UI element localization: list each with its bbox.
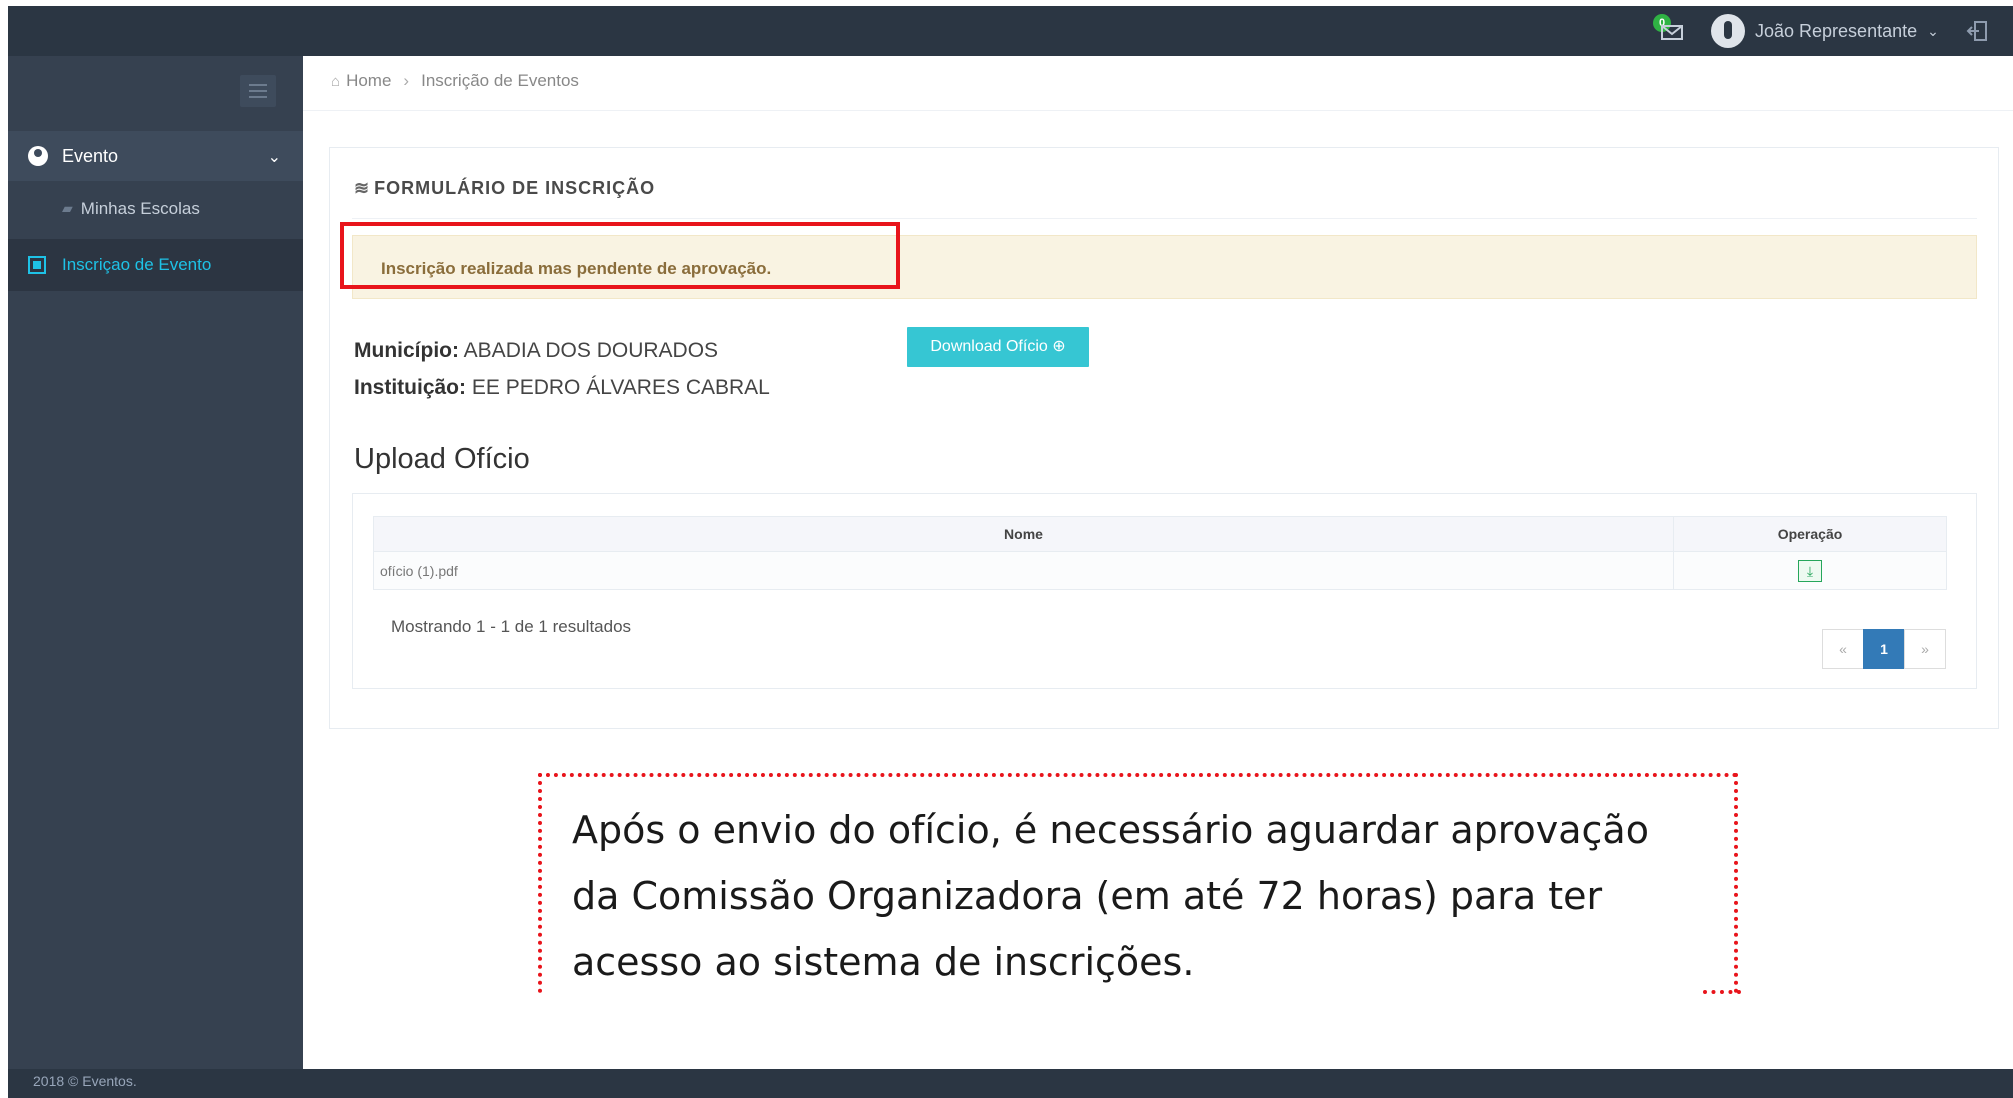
breadcrumb-home-link[interactable]: Home [346, 71, 391, 91]
instituicao-label: Instituição: [354, 376, 467, 399]
sidebar-item-evento[interactable]: Evento ⌄ [8, 131, 303, 181]
sidebar-item-label: Inscriçao de Evento [62, 255, 212, 274]
portlet-title: ≋ FORMULÁRIO DE INSCRIÇÃO [354, 178, 655, 199]
user-circle-icon [28, 146, 48, 166]
instruction-text: Após o envio do ofício, é necessário agu… [572, 808, 1649, 984]
chevron-down-icon: ⌄ [1927, 22, 1939, 39]
chevron-right-icon: › [403, 71, 410, 90]
download-button-label: Download Ofício [930, 338, 1048, 355]
top-header: 0 João Representante ⌄ [8, 6, 2013, 56]
user-square-icon [28, 256, 46, 274]
upload-table-panel: Nome Operação ofício (1).pdf ⤓ Mostrando… [352, 493, 1977, 689]
graduation-cap-icon: ▰ [62, 200, 73, 216]
instruction-callout: Após o envio do ofício, é necessário agu… [538, 773, 1738, 993]
download-icon[interactable]: ⤓ [1798, 559, 1822, 582]
divider [352, 218, 1977, 219]
column-header-nome[interactable]: Nome [373, 516, 1674, 552]
table-row: ofício (1).pdf ⤓ [373, 551, 1947, 590]
layers-icon: ≋ [354, 178, 371, 198]
user-name: João Representante [1755, 20, 1918, 41]
file-name-cell: ofício (1).pdf [373, 551, 1674, 590]
instituicao-row: Instituição: EE PEDRO ÁLVARES CABRAL [354, 369, 770, 406]
sidebar-toggle-button[interactable] [240, 75, 276, 107]
table-header-row: Nome Operação [373, 516, 1947, 552]
municipio-value: ABADIA DOS DOURADOS [463, 339, 719, 362]
municipio-row: Município: ABADIA DOS DOURADOS [354, 332, 770, 369]
pagination-next-button[interactable]: » [1904, 629, 1946, 669]
envelope-icon [1661, 25, 1683, 40]
form-portlet: ≋ FORMULÁRIO DE INSCRIÇÃO Inscrição real… [329, 147, 1999, 729]
sidebar-item-label: Evento [62, 145, 119, 166]
operation-cell: ⤓ [1673, 551, 1947, 590]
sidebar-item-minhas-escolas[interactable]: ▰ Minhas Escolas [8, 181, 303, 236]
results-summary: Mostrando 1 - 1 de 1 resultados [391, 617, 632, 636]
chevron-down-icon: ⌄ [267, 149, 281, 166]
municipio-label: Município: [354, 339, 459, 362]
app-frame: 0 João Representante ⌄ Evento ⌄ ▰ Minhas… [8, 6, 2013, 1098]
footer-copyright: 2018 © Eventos. [8, 1069, 303, 1098]
column-header-operacao[interactable]: Operação [1673, 516, 1947, 552]
divider [303, 110, 2013, 111]
registration-info: Município: ABADIA DOS DOURADOS Instituiç… [354, 332, 770, 406]
instituicao-value: EE PEDRO ÁLVARES CABRAL [471, 376, 770, 399]
pagination-page-button[interactable]: 1 [1863, 629, 1905, 669]
sidebar: Evento ⌄ ▰ Minhas Escolas Inscriçao de E… [8, 56, 303, 1098]
notifications-button[interactable]: 0 [1653, 14, 1689, 48]
plus-circle-icon: ⊕ [1052, 338, 1066, 355]
avatar [1711, 14, 1745, 48]
sidebar-item-label: Minhas Escolas [80, 198, 200, 218]
footer-bar [303, 1069, 2013, 1098]
logout-icon[interactable] [1966, 20, 1988, 42]
user-menu[interactable]: João Representante ⌄ [1711, 14, 1939, 48]
callout-corner [1703, 990, 1741, 994]
upload-section-title: Upload Ofício [354, 443, 530, 475]
breadcrumb: ⌂ Home › Inscrição de Eventos [331, 71, 579, 91]
pagination-prev-button[interactable]: « [1822, 629, 1864, 669]
home-icon: ⌂ [331, 72, 341, 90]
main-content: ⌂ Home › Inscrição de Eventos ≋ FORMULÁR… [303, 56, 2013, 1069]
form-title: FORMULÁRIO DE INSCRIÇÃO [374, 178, 656, 198]
sidebar-item-inscricao-evento[interactable]: Inscriçao de Evento [8, 239, 303, 291]
breadcrumb-current: Inscrição de Eventos [421, 71, 579, 90]
annotation-highlight-box [340, 222, 900, 289]
pagination: « 1 » [1822, 629, 1946, 669]
upload-table: Nome Operação ofício (1).pdf ⤓ [373, 516, 1947, 590]
download-oficio-button[interactable]: Download Ofício ⊕ [907, 327, 1089, 367]
